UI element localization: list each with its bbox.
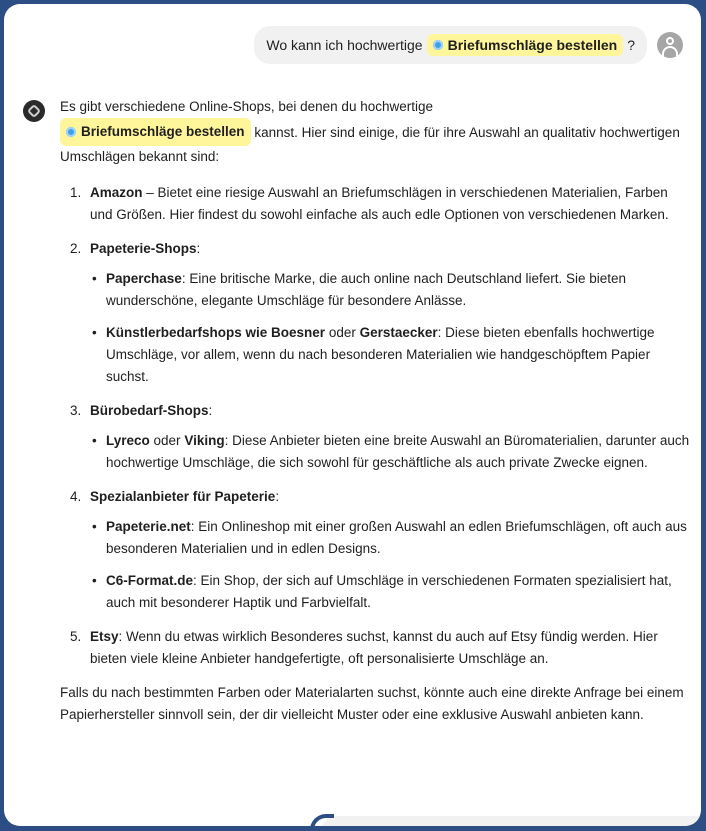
highlight-text: Briefumschläge bestellen xyxy=(81,124,245,139)
list-item: 2. Papeterie-Shops: Paperchase: Eine bri… xyxy=(60,238,690,388)
list-item: 4. Spezialanbieter für Papeterie: Papete… xyxy=(60,486,690,614)
person-icon[interactable] xyxy=(657,32,683,58)
input-border xyxy=(310,814,334,826)
sub-item-title-2: Viking xyxy=(184,433,225,448)
sub-list-item: Papeterie.net: Ein Onlineshop mit einer … xyxy=(90,516,690,560)
list-number: 4. xyxy=(70,489,82,504)
sub-item-connector: oder xyxy=(149,433,185,448)
sub-item-title: Künstlerbedarfshops wie Boesner xyxy=(106,325,326,340)
list-item-text: : xyxy=(275,489,280,504)
sub-item-title: Lyreco xyxy=(106,433,150,448)
list-item-title: Papeterie-Shops xyxy=(90,241,197,256)
sub-item-title-2: Gerstaecker xyxy=(359,325,438,340)
sub-list-item: C6-Format.de: Ein Shop, der sich auf Ums… xyxy=(90,570,690,614)
user-message-row: Wo kann ich hochwertige Briefumschläge b… xyxy=(254,26,683,64)
user-message-end: ? xyxy=(627,37,635,53)
sub-list-item: Lyreco oder Viking: Diese Anbieter biete… xyxy=(90,430,690,474)
chat-window: Wo kann ich hochwertige Briefumschläge b… xyxy=(4,4,701,826)
list-item-title: Etsy xyxy=(90,629,119,644)
list-item-title: Amazon xyxy=(90,185,143,200)
answer-outro: Falls du nach bestimmten Farben oder Mat… xyxy=(60,685,684,722)
list-number: 3. xyxy=(70,403,82,418)
highlight-dot-icon xyxy=(66,127,76,137)
assistant-icon xyxy=(23,100,45,122)
sub-item-title: C6-Format.de xyxy=(106,573,194,588)
list-item-title: Spezialanbieter für Papeterie xyxy=(90,489,276,504)
list-item: 1. Amazon – Bietet eine riesige Auswahl … xyxy=(60,182,690,226)
list-item: 3. Bürobedarf-Shops: Lyreco oder Viking:… xyxy=(60,400,690,474)
sub-list-item: Paperchase: Eine britische Marke, die au… xyxy=(90,268,690,312)
list-item: 5. Etsy: Wenn du etwas wirklich Besonder… xyxy=(60,626,690,670)
sub-item-connector: oder xyxy=(325,325,360,340)
user-message-bubble: Wo kann ich hochwertige Briefumschläge b… xyxy=(254,26,647,64)
answer-intro: Es gibt verschiedene Online-Shops, bei d… xyxy=(60,96,690,168)
user-message-text: Wo kann ich hochwertige xyxy=(266,37,423,53)
highlight-chip[interactable]: Briefumschläge bestellen xyxy=(60,118,251,146)
highlight-text: Briefumschläge bestellen xyxy=(447,37,618,53)
sub-list-item: Künstlerbedarfshops wie Boesner oder Ger… xyxy=(90,322,690,388)
sub-list: Lyreco oder Viking: Diese Anbieter biete… xyxy=(90,430,690,474)
list-item-title: Bürobedarf-Shops xyxy=(90,403,209,418)
list-number: 5. xyxy=(70,629,82,644)
sub-list: Paperchase: Eine britische Marke, die au… xyxy=(90,268,690,388)
list-item-text: : xyxy=(196,241,201,256)
message-input[interactable] xyxy=(321,816,701,826)
sub-item-title: Paperchase xyxy=(106,271,182,286)
list-item-text: : Wenn du etwas wirklich Besonderes such… xyxy=(90,629,658,666)
list-item-text: – Bietet eine riesige Auswahl an Briefum… xyxy=(90,185,669,222)
list-item-text: : xyxy=(208,403,213,418)
list-number: 2. xyxy=(70,241,82,256)
sub-item-text: : Eine britische Marke, die auch online … xyxy=(106,271,627,308)
highlight-dot-icon xyxy=(432,40,443,50)
sub-list: Papeterie.net: Ein Onlineshop mit einer … xyxy=(90,516,690,614)
sub-item-text: : Ein Onlineshop mit einer großen Auswah… xyxy=(106,519,687,556)
shop-list: 1. Amazon – Bietet eine riesige Auswahl … xyxy=(60,182,690,670)
intro-text-start: Es gibt verschiedene Online-Shops, bei d… xyxy=(60,99,433,114)
highlight-chip[interactable]: Briefumschläge bestellen xyxy=(426,34,624,56)
assistant-message: Es gibt verschiedene Online-Shops, bei d… xyxy=(60,96,690,726)
sub-item-title: Papeterie.net xyxy=(106,519,191,534)
list-number: 1. xyxy=(70,185,82,200)
